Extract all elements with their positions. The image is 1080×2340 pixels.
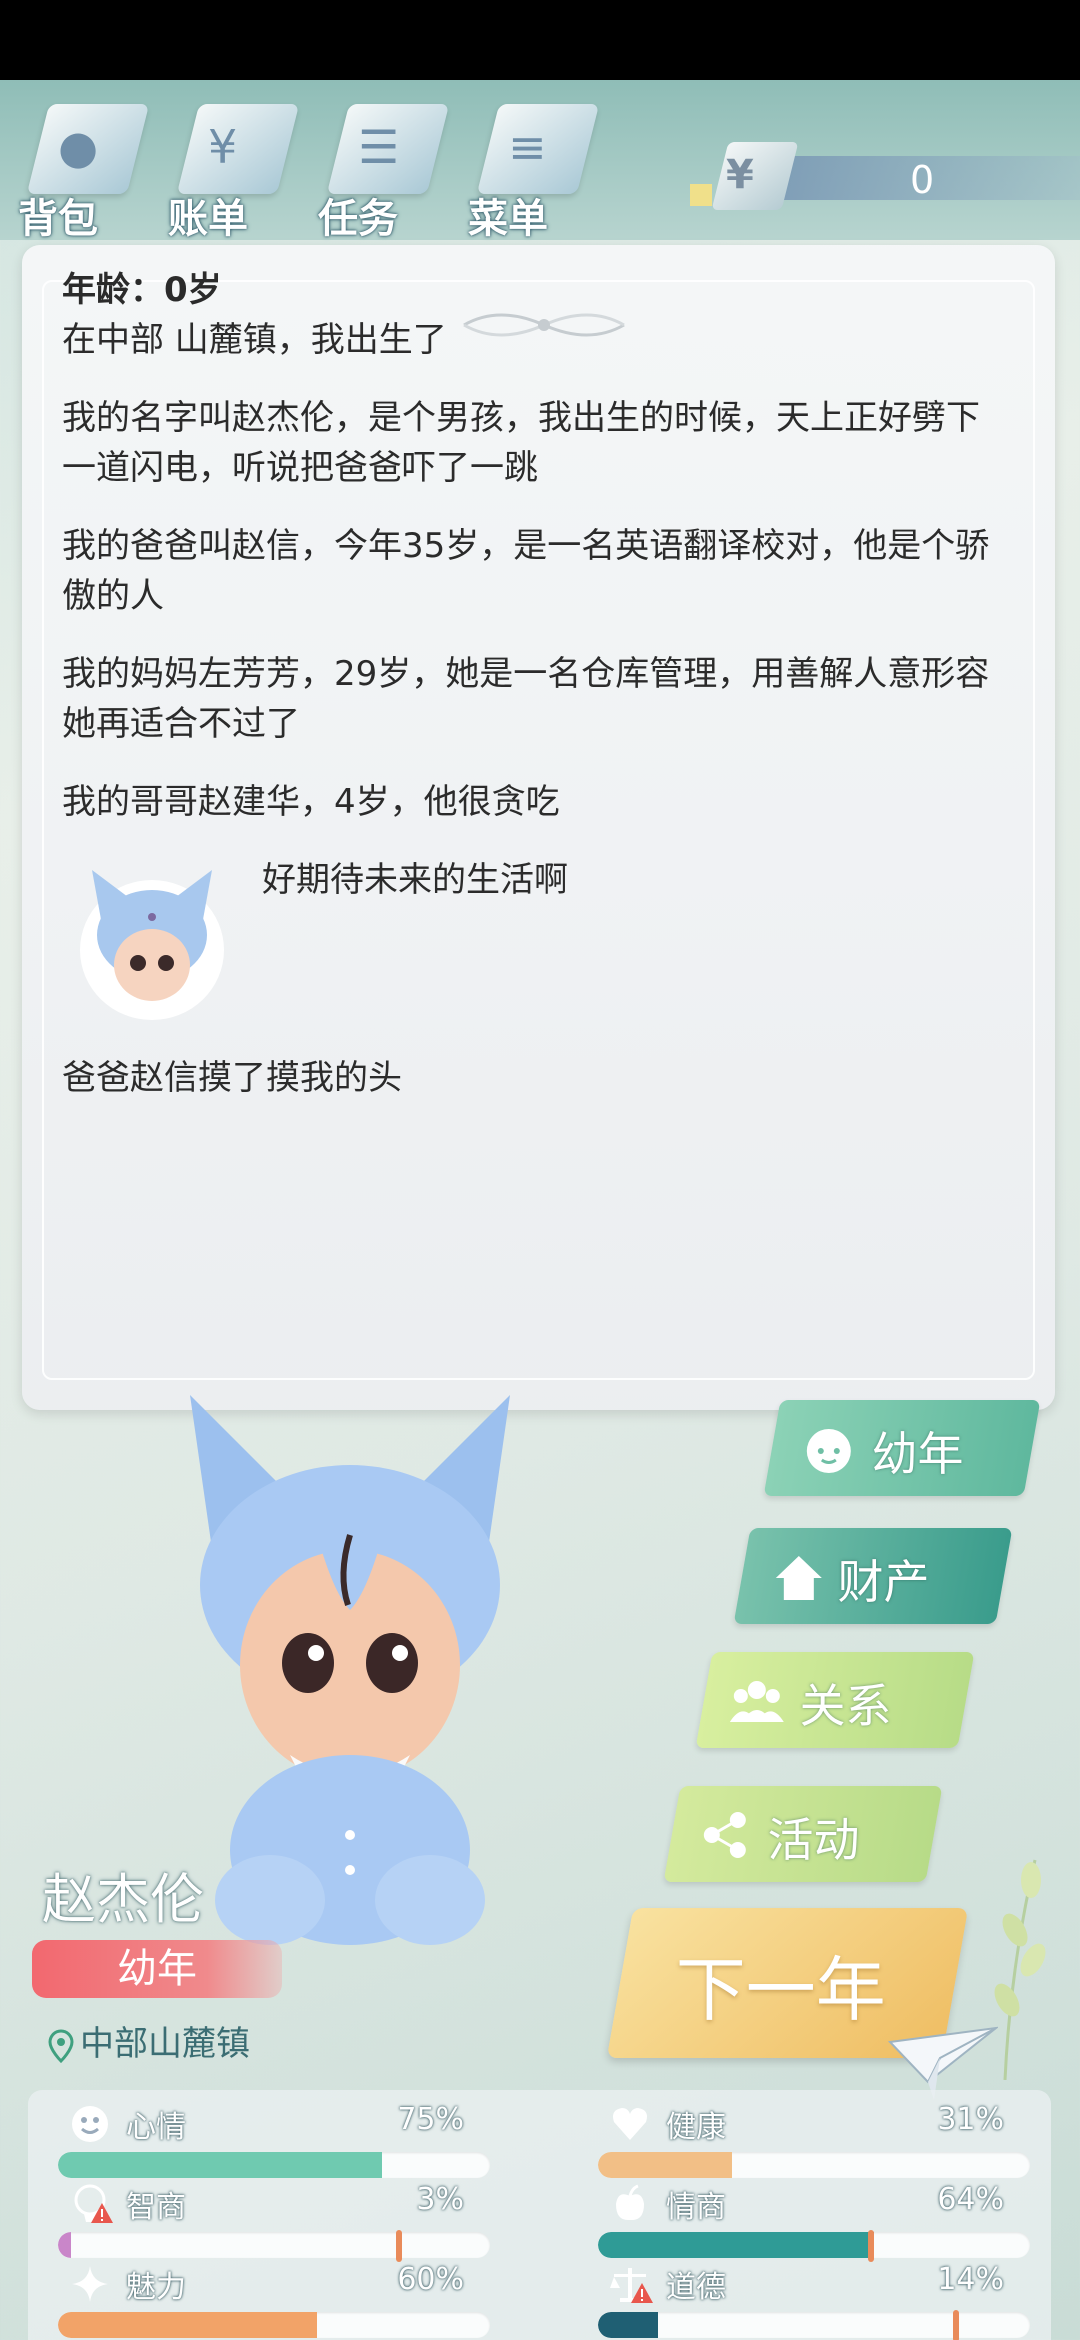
relations-button[interactable]: 关系	[695, 1652, 975, 1748]
heart-icon	[613, 2108, 647, 2140]
menu-button-task[interactable]: ☰ 任务	[318, 94, 450, 242]
money-value: 0	[910, 158, 935, 202]
top-menu-bar: ● 背包 ¥ 账单 ☰ 任务 ≡ 菜单 ¥ 0	[0, 80, 1080, 242]
bag-icon: ●	[58, 120, 99, 174]
stat-name: 道德	[666, 2270, 726, 2305]
menu-button-label: 菜单	[468, 196, 548, 242]
location-label: 中部山麓镇	[48, 2016, 250, 2065]
stat-name: 智商	[126, 2190, 186, 2225]
story-paragraph: 我的妈妈左芳芳，29岁，她是一名仓库管理，用善解人意形容她再适合不过了	[62, 654, 990, 744]
stage-button[interactable]: 幼年	[763, 1400, 1041, 1496]
activity-icon	[703, 1812, 746, 1858]
stat-mood: 心情 75%	[28, 2100, 490, 2180]
menu-button-label: 背包	[18, 196, 98, 242]
stat-name: 健康	[666, 2110, 726, 2145]
smile-icon	[72, 2106, 108, 2142]
status-bar	[0, 0, 1080, 80]
coin-marker	[690, 184, 712, 206]
stat-bar-fill	[598, 2312, 659, 2338]
stat-threshold-marker	[868, 2230, 874, 2262]
warning-icon	[91, 2203, 113, 2223]
stats-panel: 心情 75% 健康 31% 智商 3% 情商 64% 魅力 60% 道德 14%	[28, 2090, 1051, 2340]
activities-button[interactable]: 活动	[663, 1786, 943, 1882]
stat-iq: 智商 3%	[28, 2180, 490, 2262]
thought-text: 好期待未来的生活啊	[262, 860, 568, 900]
bill-icon: ¥	[208, 120, 238, 174]
people-icon	[729, 1681, 784, 1722]
stat-value: 75%	[397, 2102, 464, 2137]
money-display: ¥ 0	[690, 142, 1080, 210]
apple-icon	[616, 2184, 644, 2220]
character-figure[interactable]	[180, 1395, 520, 1955]
menu-button-label: 账单	[168, 196, 248, 242]
warning-icon	[631, 2283, 653, 2303]
leaves-decoration	[994, 1859, 1046, 2080]
stat-value: 3%	[416, 2182, 464, 2217]
sparkle-icon	[72, 2266, 108, 2302]
stat-charm: 魅力 60%	[28, 2260, 490, 2340]
stat-bar-fill	[598, 2232, 875, 2258]
menu-button-label: 任务	[318, 196, 398, 242]
next-year-label: 下一年	[675, 1949, 886, 2031]
story-paragraph: 我的名字叫赵杰伦，是个男孩，我出生的时候，天上正好劈下一道闪电，听说把爸爸吓了一…	[62, 398, 980, 488]
yen-icon: ¥	[726, 152, 754, 198]
relations-button-label: 关系	[799, 1679, 892, 1733]
stat-threshold-marker	[396, 2230, 402, 2262]
stat-eq: 情商 64%	[568, 2180, 1030, 2262]
stat-bar-fill	[58, 2232, 71, 2258]
house-icon	[775, 1556, 822, 1600]
stat-value: 31%	[937, 2102, 1004, 2137]
location-text: 中部山麓镇	[80, 2024, 250, 2064]
stat-value: 64%	[937, 2182, 1004, 2217]
menu-button-menu[interactable]: ≡ 菜单	[468, 94, 600, 242]
baby-face-icon	[806, 1429, 851, 1473]
story-paragraph: 我的哥哥赵建华，4岁，他很贪吃	[62, 782, 560, 822]
stat-value: 14%	[937, 2262, 1004, 2297]
stat-bar-fill	[58, 2312, 318, 2338]
property-button-label: 财产	[837, 1555, 930, 1609]
task-icon: ☰	[358, 120, 400, 174]
story-paragraph: 在中部 山麓镇，我出生了	[62, 320, 447, 360]
stat-health: 健康 31%	[568, 2100, 1030, 2180]
stat-threshold-marker	[953, 2310, 959, 2340]
stat-bar-fill	[58, 2152, 382, 2178]
stat-bar-fill	[598, 2152, 732, 2178]
life-stage-badge: 幼年	[32, 1940, 282, 1998]
menu-icon: ≡	[508, 120, 547, 174]
stat-morality: 道德 14%	[568, 2260, 1030, 2340]
stage-button-label: 幼年	[871, 1427, 964, 1481]
stat-name: 心情	[126, 2110, 186, 2145]
thought-bubble: 好期待未来的生活啊	[62, 855, 992, 1045]
story-log: 年龄：0岁 在中部 山麓镇，我出生了 我的名字叫赵杰伦，是个男孩，我出生的时候，…	[62, 265, 992, 1131]
story-paragraph: 爸爸赵信摸了摸我的头	[62, 1058, 402, 1098]
age-line: 年龄：0岁	[62, 270, 222, 310]
stat-name: 魅力	[126, 2270, 186, 2305]
location-pin-icon	[48, 2028, 74, 2063]
property-button[interactable]: 财产	[733, 1528, 1013, 1624]
baby-avatar-icon	[80, 870, 224, 1020]
menu-button-bill[interactable]: ¥ 账单	[168, 94, 300, 242]
stat-name: 情商	[666, 2190, 726, 2225]
menu-button-bag[interactable]: ● 背包	[18, 94, 150, 242]
stat-value: 60%	[397, 2262, 464, 2297]
story-paragraph: 我的爸爸叫赵信，今年35岁，是一名英语翻译校对，他是个骄傲的人	[62, 526, 990, 616]
activities-button-label: 活动	[767, 1813, 860, 1867]
character-name: 赵杰伦	[42, 1868, 204, 1931]
